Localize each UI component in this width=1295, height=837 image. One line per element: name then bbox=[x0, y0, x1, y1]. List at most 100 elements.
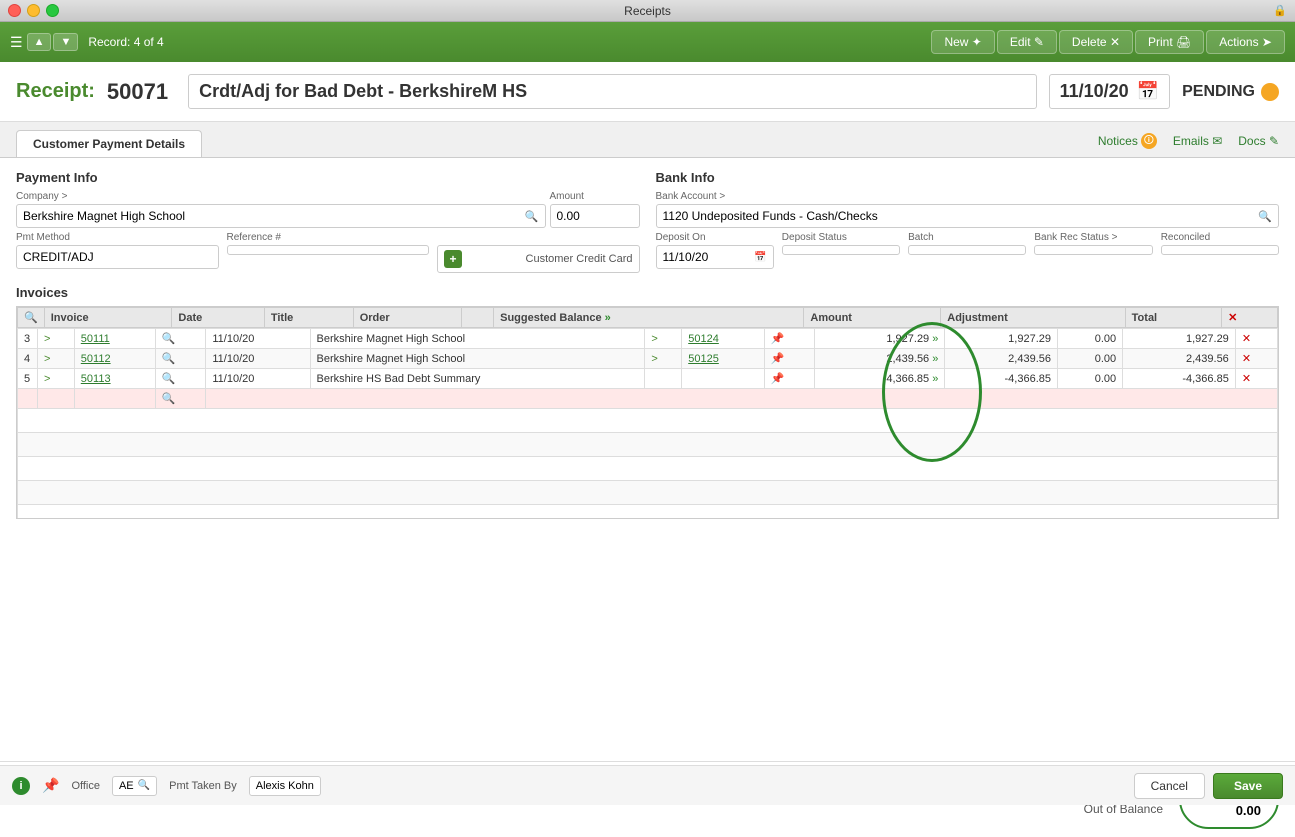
new-row-search[interactable]: 🔍 bbox=[155, 389, 206, 409]
reference-field: Reference # bbox=[227, 232, 430, 273]
deposit-calendar-icon[interactable]: 📅 bbox=[754, 252, 766, 263]
header-amount[interactable]: Amount bbox=[804, 308, 941, 328]
table-row: 4 > 50112 🔍 11/10/20 Berkshire Magnet Hi… bbox=[18, 349, 1278, 369]
del-4[interactable]: ✕ bbox=[1235, 349, 1277, 369]
close-button[interactable] bbox=[8, 4, 21, 17]
header-date[interactable]: Date bbox=[172, 308, 264, 328]
new-button[interactable]: New ✦ bbox=[931, 30, 994, 54]
header-total[interactable]: Total bbox=[1125, 308, 1222, 328]
maximize-button[interactable] bbox=[46, 4, 59, 17]
batch-field: Batch bbox=[908, 232, 1026, 269]
new-invoice-row: 🔍 bbox=[18, 389, 1278, 409]
nav-down-button[interactable]: ▼ bbox=[53, 33, 78, 51]
empty-row bbox=[18, 457, 1278, 481]
search-5[interactable]: 🔍 bbox=[155, 369, 206, 389]
menu-button[interactable]: ☰ bbox=[10, 34, 23, 51]
company-row: Company > Berkshire Magnet High School 🔍… bbox=[16, 191, 640, 228]
bank-rec-status-input[interactable] bbox=[1034, 245, 1152, 255]
pin-3[interactable]: 📌 bbox=[764, 329, 815, 349]
header-invoice[interactable]: Invoice bbox=[44, 308, 172, 328]
amount-3[interactable]: 1,927.29 bbox=[945, 329, 1058, 349]
info-icon[interactable]: i bbox=[12, 777, 30, 795]
header-search: 🔍 bbox=[18, 308, 45, 328]
office-search-icon[interactable]: 🔍 bbox=[138, 780, 150, 791]
deposit-status-input[interactable] bbox=[782, 245, 900, 255]
bank-account-wrap: Bank Account > 1120 Undeposited Funds - … bbox=[656, 191, 1280, 228]
pin-icon[interactable]: 📌 bbox=[42, 777, 59, 794]
invoice-id-3[interactable]: 50111 bbox=[74, 329, 155, 349]
header-order[interactable]: Order bbox=[353, 308, 461, 328]
save-button[interactable]: Save bbox=[1213, 773, 1283, 799]
header-title[interactable]: Title bbox=[264, 308, 353, 328]
toolbar: ☰ ▲ ▼ Record: 4 of 4 New ✦ Edit ✎ Delete… bbox=[0, 22, 1295, 62]
adjustment-4[interactable]: 0.00 bbox=[1058, 349, 1123, 369]
empty-row bbox=[18, 409, 1278, 433]
invoice-id-4[interactable]: 50112 bbox=[74, 349, 155, 369]
receipt-description[interactable]: Crdt/Adj for Bad Debt - BerkshireM HS bbox=[188, 74, 1037, 109]
payment-info-section: Payment Info Company > Berkshire Magnet … bbox=[16, 170, 640, 273]
bank-search-icon[interactable]: 🔍 bbox=[1258, 210, 1272, 223]
row-arrow-3: > bbox=[38, 329, 75, 349]
deposit-on-input[interactable]: 11/10/20 📅 bbox=[656, 245, 774, 269]
amount-5[interactable]: -4,366.85 bbox=[945, 369, 1058, 389]
add-cc-button[interactable]: + bbox=[444, 250, 462, 268]
actions-button[interactable]: Actions ➤ bbox=[1206, 30, 1285, 54]
deposit-on-field: Deposit On 11/10/20 📅 bbox=[656, 232, 774, 269]
search-4[interactable]: 🔍 bbox=[155, 349, 206, 369]
calendar-icon[interactable]: 📅 bbox=[1137, 81, 1159, 102]
header-adjustment[interactable]: Adjustment bbox=[941, 308, 1125, 328]
del-3[interactable]: ✕ bbox=[1235, 329, 1277, 349]
nav-up-button[interactable]: ▲ bbox=[27, 33, 52, 51]
table-row: 5 > 50113 🔍 11/10/20 Berkshire HS Bad De… bbox=[18, 369, 1278, 389]
empty-row bbox=[18, 481, 1278, 505]
suggested-balance-3: 1,927.29 » bbox=[815, 329, 945, 349]
reconciled-field: Reconciled bbox=[1161, 232, 1279, 269]
cancel-button[interactable]: Cancel bbox=[1134, 773, 1205, 799]
order-id-3[interactable]: 50124 bbox=[682, 329, 765, 349]
delete-all-icon[interactable]: ✕ bbox=[1228, 312, 1237, 324]
company-search-icon[interactable]: 🔍 bbox=[525, 210, 539, 223]
window-title: Receipts bbox=[624, 4, 671, 18]
bank-rec-status-label: Bank Rec Status > bbox=[1034, 232, 1152, 243]
tab-customer-payment-details[interactable]: Customer Payment Details bbox=[16, 130, 202, 157]
del-5[interactable]: ✕ bbox=[1235, 369, 1277, 389]
notices-link[interactable]: Notices 🛈 bbox=[1098, 133, 1157, 149]
reconciled-label: Reconciled bbox=[1161, 232, 1279, 243]
batch-input[interactable] bbox=[908, 245, 1026, 255]
cc-input[interactable]: + Customer Credit Card bbox=[437, 245, 640, 273]
pmt-method-input[interactable]: CREDIT/ADJ bbox=[16, 245, 219, 269]
pin-5[interactable]: 📌 bbox=[764, 369, 815, 389]
main-content: Payment Info Company > Berkshire Magnet … bbox=[0, 158, 1295, 761]
header-suggested-balance[interactable]: Suggested Balance » bbox=[494, 308, 804, 328]
header-spacer bbox=[461, 308, 494, 328]
invoice-table-scroll[interactable]: 3 > 50111 🔍 11/10/20 Berkshire Magnet Hi… bbox=[17, 328, 1278, 518]
deposit-status-field: Deposit Status bbox=[782, 232, 900, 269]
receipt-status: PENDING bbox=[1182, 83, 1279, 101]
pmt-taken-by-input[interactable]: Alexis Kohn bbox=[249, 776, 321, 796]
adjustment-5[interactable]: 0.00 bbox=[1058, 369, 1123, 389]
docs-link[interactable]: Docs ✎ bbox=[1238, 133, 1279, 149]
invoice-id-5[interactable]: 50113 bbox=[74, 369, 155, 389]
amount-4[interactable]: 2,439.56 bbox=[945, 349, 1058, 369]
print-button[interactable]: Print 🖨 bbox=[1135, 30, 1204, 54]
edit-button[interactable]: Edit ✎ bbox=[997, 30, 1057, 54]
minimize-button[interactable] bbox=[27, 4, 40, 17]
bank-account-input[interactable]: 1120 Undeposited Funds - Cash/Checks 🔍 bbox=[656, 204, 1280, 228]
status-indicator bbox=[1261, 83, 1279, 101]
company-input[interactable]: Berkshire Magnet High School 🔍 bbox=[16, 204, 546, 228]
emails-link[interactable]: Emails ✉ bbox=[1173, 133, 1222, 149]
office-input[interactable]: AE 🔍 bbox=[112, 776, 157, 796]
reconciled-input[interactable] bbox=[1161, 245, 1279, 255]
search-3[interactable]: 🔍 bbox=[155, 329, 206, 349]
pin-4[interactable]: 📌 bbox=[764, 349, 815, 369]
bottom-actions: Cancel Save bbox=[1134, 773, 1283, 799]
reference-input[interactable] bbox=[227, 245, 430, 255]
adjustment-3[interactable]: 0.00 bbox=[1058, 329, 1123, 349]
receipt-date[interactable]: 11/10/20 📅 bbox=[1049, 74, 1171, 109]
bank-info-section: Bank Info Bank Account > 1120 Undeposite… bbox=[656, 170, 1280, 273]
order-id-4[interactable]: 50125 bbox=[682, 349, 765, 369]
invoice-search-icon[interactable]: 🔍 bbox=[24, 312, 38, 324]
delete-button[interactable]: Delete ✕ bbox=[1059, 30, 1133, 54]
invoice-table-header: 🔍 Invoice Date Title Order Suggested Bal… bbox=[18, 308, 1278, 328]
amount-input[interactable]: 0.00 bbox=[550, 204, 640, 228]
